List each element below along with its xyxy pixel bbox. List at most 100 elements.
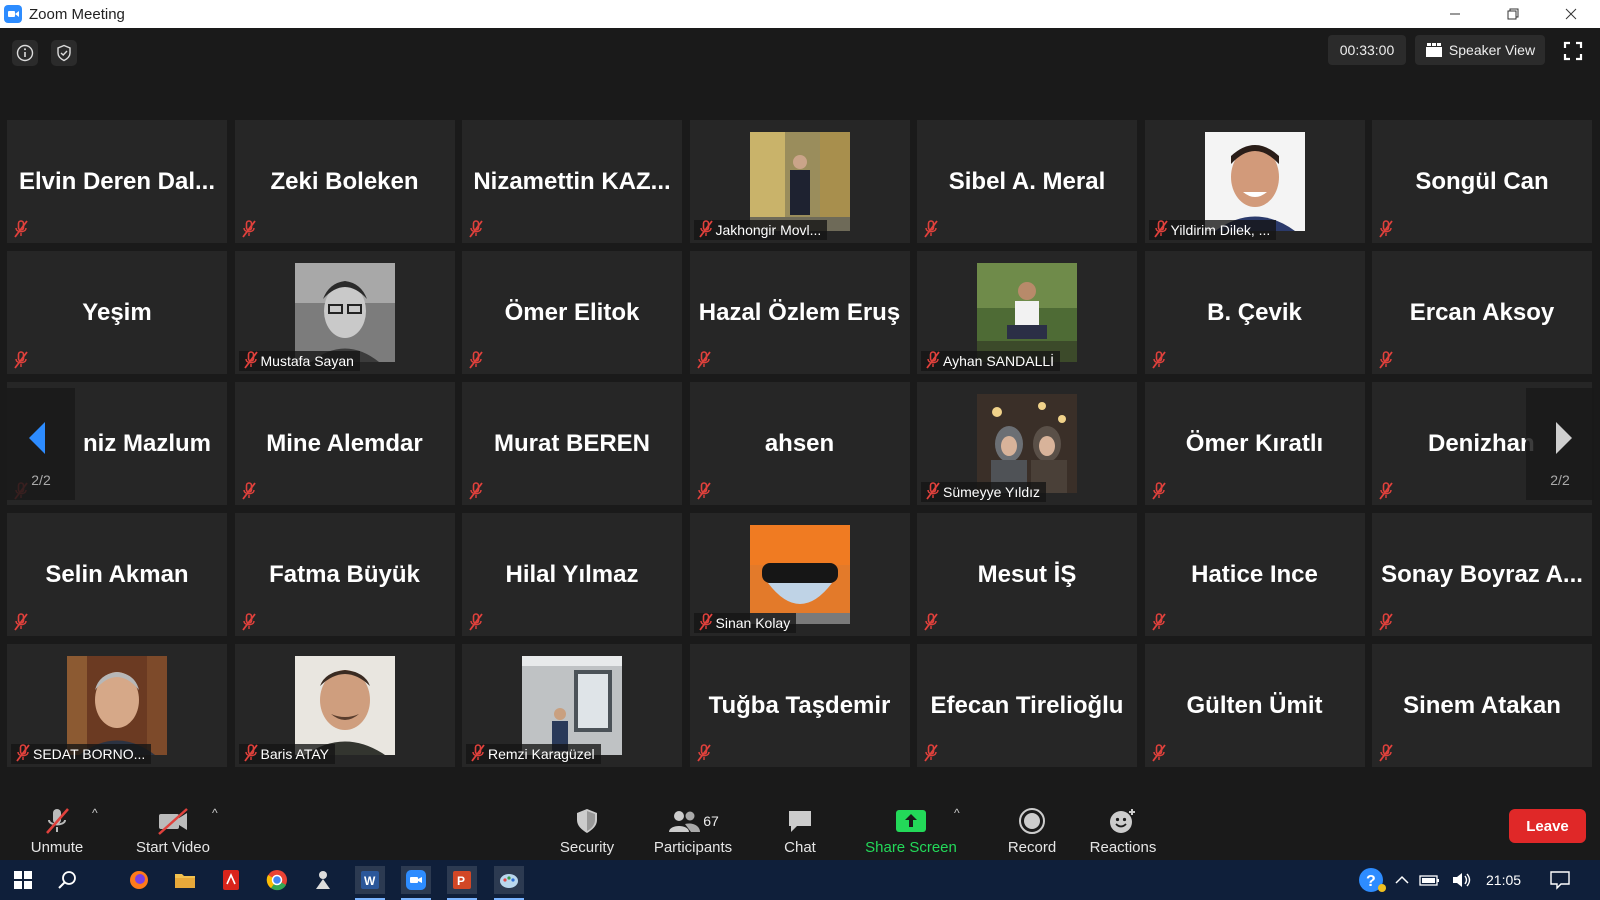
close-icon: [1565, 8, 1577, 20]
participant-tile[interactable]: Sümeyye Yıldız: [917, 382, 1137, 505]
participant-tile[interactable]: Tuğba Taşdemir: [689, 644, 910, 767]
firefox-taskbar-button[interactable]: [124, 866, 154, 894]
show-hidden-icons-button[interactable]: [1392, 866, 1412, 894]
chrome-taskbar-button[interactable]: [262, 866, 292, 894]
chat-button[interactable]: Chat: [776, 800, 824, 856]
muted-mic-icon: [1151, 482, 1167, 500]
unmute-button[interactable]: Unmute: [22, 800, 92, 856]
windows-start-button[interactable]: [8, 866, 38, 894]
volume-icon: [1453, 873, 1471, 887]
participant-tile[interactable]: Elvin Deren Dal...: [7, 120, 227, 243]
participant-tile[interactable]: Remzi Karagüzel: [462, 644, 682, 767]
muted-mic-icon: [1151, 744, 1167, 762]
participant-tile[interactable]: Songül Can: [1372, 120, 1592, 243]
participant-tile[interactable]: Hatice Ince: [1144, 513, 1365, 636]
acrobat-taskbar-button[interactable]: [216, 866, 246, 894]
gallery-grid: Elvin Deren Dal... Zeki Boleken Nizamettin…: [7, 120, 1594, 770]
participant-tile[interactable]: Zeki Boleken: [234, 120, 455, 243]
participant-name: Fatma Büyük: [269, 560, 420, 588]
participant-tile[interactable]: Gülten Ümit: [1144, 644, 1365, 767]
muted-mic-icon: [696, 482, 712, 500]
participant-name: Ercan Aksoy: [1409, 298, 1555, 326]
shield-check-icon: [57, 44, 71, 62]
participant-tile[interactable]: Nizamettin KAZ...: [462, 120, 682, 243]
participant-name: Murat BEREN: [493, 429, 650, 457]
participant-tile[interactable]: Ömer Elitok: [462, 251, 682, 374]
muted-mic-icon: [15, 744, 31, 762]
muted-mic-icon: [470, 744, 486, 762]
share-options-chevron-icon[interactable]: ^: [954, 806, 960, 820]
encryption-shield-button[interactable]: [51, 40, 77, 66]
participant-tile[interactable]: Jakhongir Movl...: [689, 120, 910, 243]
zoom-app-icon: [4, 5, 22, 23]
meeting-info-button[interactable]: [12, 40, 38, 66]
participant-tile[interactable]: Ayhan SANDALLİ: [917, 251, 1137, 374]
participant-tile[interactable]: Yildirim Dilek, ...: [1144, 120, 1365, 243]
participant-name-tag: Mustafa Sayan: [238, 351, 360, 371]
participants-button[interactable]: 67 Participants: [648, 800, 738, 856]
participant-name: Mustafa Sayan: [260, 353, 354, 369]
zoom-taskbar-button[interactable]: [401, 866, 431, 900]
participant-tile[interactable]: Sonay Boyraz A...: [1372, 513, 1592, 636]
participant-name: Yildirim Dilek, ...: [1170, 222, 1271, 238]
participant-tile[interactable]: B. Çevik: [1144, 251, 1365, 374]
audio-options-chevron-icon[interactable]: ^: [92, 806, 98, 820]
muted-mic-icon: [925, 482, 941, 500]
chat-bubble-icon: [780, 806, 820, 836]
participant-tile[interactable]: Mustafa Sayan: [234, 251, 455, 374]
meeting-timer: 00:33:00: [1328, 35, 1406, 65]
restore-button[interactable]: [1484, 0, 1542, 28]
speaker-view-button[interactable]: Speaker View: [1415, 35, 1545, 65]
record-button[interactable]: Record: [1002, 800, 1062, 856]
word-icon: W: [361, 871, 379, 889]
next-page-button[interactable]: 2/2: [1526, 388, 1594, 500]
paint-taskbar-button[interactable]: [494, 866, 524, 900]
notification-center-button[interactable]: [1545, 866, 1575, 894]
participant-tile[interactable]: Hilal Yılmaz: [462, 513, 682, 636]
participant-tile[interactable]: Murat BEREN: [462, 382, 682, 505]
battery-tray-button[interactable]: [1418, 866, 1442, 894]
participant-tile[interactable]: Yeşim: [7, 251, 227, 374]
close-window-button[interactable]: [1542, 0, 1600, 28]
participant-tile[interactable]: Sinan Kolay: [689, 513, 910, 636]
participant-tile[interactable]: Mesut İŞ: [917, 513, 1137, 636]
participant-tile[interactable]: Selin Akman: [7, 513, 227, 636]
help-tray-button[interactable]: ?: [1355, 866, 1391, 894]
participant-tile[interactable]: Ömer Kıratlı: [1144, 382, 1365, 505]
participant-tile[interactable]: ahsen: [689, 382, 910, 505]
previous-page-button[interactable]: 2/2: [7, 388, 75, 500]
participant-tile[interactable]: Ercan Aksoy: [1372, 251, 1592, 374]
participant-tile[interactable]: Baris ATAY: [234, 644, 455, 767]
participant-tile[interactable]: SEDAT BORNO...: [7, 644, 227, 767]
arrow-left-icon: [29, 422, 45, 454]
minimize-button[interactable]: [1426, 0, 1484, 28]
participant-tile[interactable]: Efecan Tirelioğlu: [917, 644, 1137, 767]
participant-name: Ayhan SANDALLİ: [943, 353, 1055, 369]
taskbar-search-button[interactable]: [52, 866, 82, 894]
volume-tray-button[interactable]: [1450, 866, 1474, 894]
meeting-toolbar: Unmute ^ Start Video ^ Security 67 Parti…: [0, 790, 1600, 860]
leave-button[interactable]: Leave: [1509, 809, 1586, 843]
start-video-button[interactable]: Start Video: [130, 800, 216, 856]
window-title: Zoom Meeting: [29, 5, 125, 23]
muted-mic-icon: [37, 806, 77, 836]
security-button[interactable]: Security: [555, 800, 619, 856]
muted-mic-icon: [468, 482, 484, 500]
share-screen-button[interactable]: Share Screen: [865, 800, 957, 856]
muted-mic-icon: [1151, 351, 1167, 369]
app-taskbar-button[interactable]: [308, 866, 338, 894]
reactions-button[interactable]: Reactions: [1088, 800, 1158, 856]
unmute-label: Unmute: [30, 839, 84, 856]
participant-tile[interactable]: Mine Alemdar: [234, 382, 455, 505]
participant-tile[interactable]: Sinem Atakan: [1372, 644, 1592, 767]
participant-tile[interactable]: Fatma Büyük: [234, 513, 455, 636]
participant-tile[interactable]: Hazal Özlem Eruş: [689, 251, 910, 374]
participant-video: [749, 525, 850, 624]
fullscreen-button[interactable]: [1558, 38, 1588, 64]
file-explorer-taskbar-button[interactable]: [170, 866, 200, 894]
taskbar-clock[interactable]: 21:05: [1486, 872, 1521, 888]
video-options-chevron-icon[interactable]: ^: [212, 806, 218, 820]
powerpoint-taskbar-button[interactable]: P: [447, 866, 477, 900]
participant-tile[interactable]: Sibel A. Meral: [917, 120, 1137, 243]
word-taskbar-button[interactable]: W: [355, 866, 385, 900]
